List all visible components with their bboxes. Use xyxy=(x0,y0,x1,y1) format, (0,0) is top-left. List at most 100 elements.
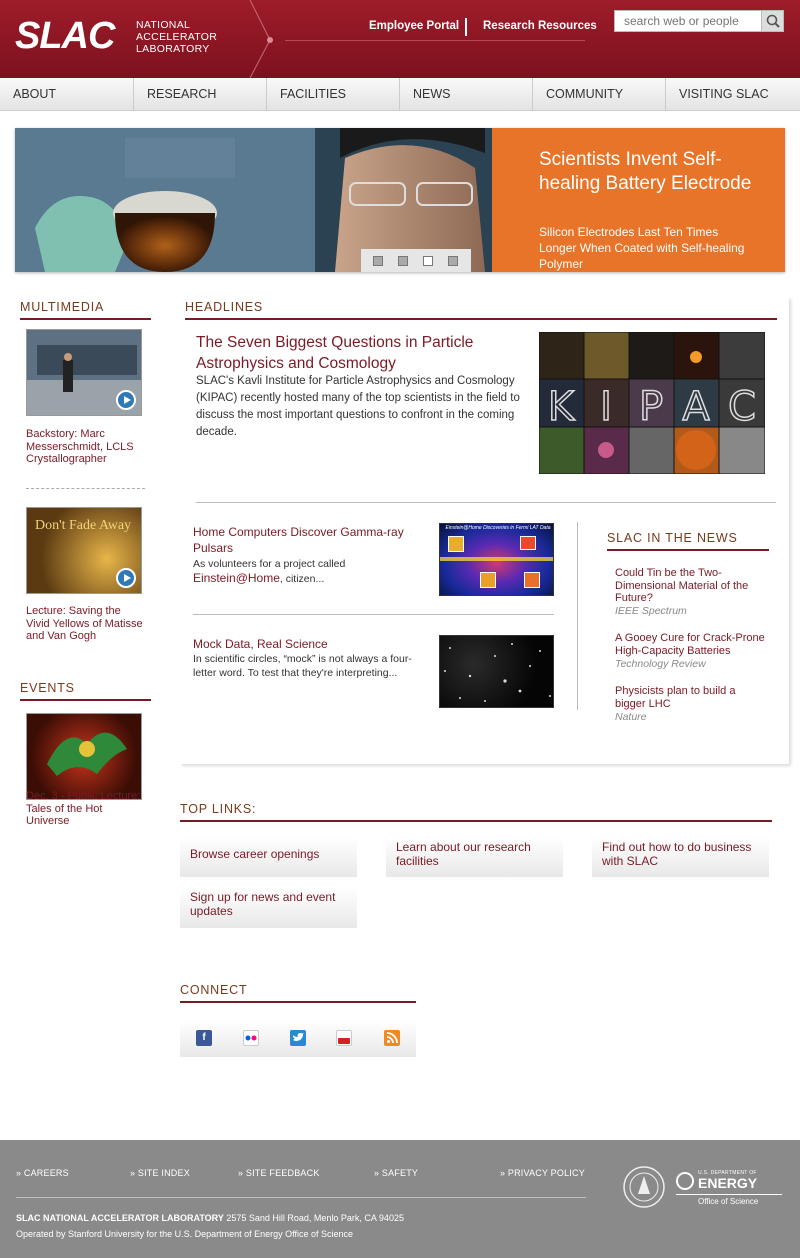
header-link-divider xyxy=(465,18,467,36)
flickr-icon[interactable] xyxy=(243,1030,259,1046)
kipac-letter-p: P xyxy=(639,384,663,430)
doe-name: ENERGY xyxy=(698,1175,758,1191)
headline-main-title[interactable]: The Seven Biggest Questions in Particle … xyxy=(196,332,516,374)
news-item-3-source: Nature xyxy=(615,711,647,723)
news-column-divider xyxy=(577,522,578,710)
doe-sub: Office of Science xyxy=(698,1197,759,1206)
kipac-letter-i: I xyxy=(600,384,612,430)
hero-subtitle: Silicon Electrodes Last Ten Times Longer… xyxy=(539,225,745,271)
headline-item-1-body: As volunteers for a project called Einst… xyxy=(193,558,346,585)
top-link-signup[interactable]: Sign up for news and event updates xyxy=(180,887,357,928)
headline-item-2-body: In scientific circles, “mock” is not alw… xyxy=(193,653,412,679)
events-heading: EVENTS xyxy=(20,681,151,701)
footer-org: SLAC NATIONAL ACCELERATOR LABORATORY xyxy=(16,1213,224,1223)
footer-address: SLAC NATIONAL ACCELERATOR LABORATORY 257… xyxy=(16,1210,404,1242)
events-caption-1[interactable]: Dec. 3 - Public Lecture: Tales of the Ho… xyxy=(26,790,146,828)
multimedia-thumb-2[interactable]: Don't Fade Away xyxy=(26,507,142,594)
kipac-letter-k: K xyxy=(548,384,576,430)
nav-facilities[interactable]: FACILITIES xyxy=(266,78,399,111)
rss-waves xyxy=(386,1032,398,1044)
youtube-mark xyxy=(337,1032,351,1044)
twitter-icon[interactable] xyxy=(290,1030,306,1046)
site-header: SLAC NATIONAL ACCELERATOR LABORATORY Emp… xyxy=(0,0,800,78)
multimedia-divider xyxy=(26,488,145,489)
twitter-bird xyxy=(293,1032,304,1041)
multimedia-thumb-1[interactable] xyxy=(26,329,142,416)
carousel-dot-3[interactable] xyxy=(423,256,433,266)
facebook-icon[interactable]: f xyxy=(196,1030,212,1046)
footer-link-site-index[interactable]: » SITE INDEX xyxy=(130,1168,190,1178)
search-input[interactable] xyxy=(615,11,761,31)
multimedia-heading: MULTIMEDIA xyxy=(20,300,151,320)
events-thumb-1[interactable] xyxy=(26,713,142,800)
play-icon[interactable] xyxy=(116,390,136,410)
doe-rule xyxy=(676,1194,782,1195)
kipac-letter-c: C xyxy=(728,384,756,430)
footer-street: 2575 Sand Hill Road, Menlo Park, CA 9402… xyxy=(223,1213,404,1223)
einstein-home-link[interactable]: Einstein@Home xyxy=(193,571,280,585)
headlines-divider xyxy=(196,502,776,503)
carousel-dot-1[interactable] xyxy=(373,256,383,266)
in-the-news-heading: SLAC IN THE NEWS xyxy=(607,531,769,551)
main-nav: ABOUT RESEARCH FACILITIES NEWS COMMUNITY… xyxy=(0,78,800,111)
kipac-collage[interactable]: K I P A C xyxy=(539,332,765,474)
pulsar-inset xyxy=(520,536,536,550)
news-item-1-title[interactable]: Could Tin be the Two-Dimensional Materia… xyxy=(615,567,770,605)
social-links: f xyxy=(180,1021,416,1057)
top-link-business[interactable]: Find out how to do business with SLAC xyxy=(592,837,769,877)
stanford-seal-icon xyxy=(623,1166,665,1208)
top-link-careers[interactable]: Browse career openings xyxy=(180,837,357,877)
multimedia-caption-2[interactable]: Lecture: Saving the Vivid Yellows of Mat… xyxy=(26,605,146,643)
nav-news[interactable]: NEWS xyxy=(399,78,532,111)
nav-research[interactable]: RESEARCH xyxy=(133,78,266,111)
site-footer: » CAREERS » SITE INDEX » SITE FEEDBACK »… xyxy=(0,1140,800,1258)
carousel-dot-2[interactable] xyxy=(398,256,408,266)
pulsar-inset xyxy=(448,536,464,552)
carousel-pager xyxy=(361,249,471,272)
hero-title[interactable]: Scientists Invent Self-healing Battery E… xyxy=(539,148,769,196)
kipac-letter-a: A xyxy=(682,384,710,430)
employee-portal-link[interactable]: Employee Portal xyxy=(369,20,459,32)
slac-logo[interactable]: SLAC xyxy=(15,14,115,58)
nav-about[interactable]: ABOUT xyxy=(0,78,133,111)
rss-icon[interactable] xyxy=(384,1030,400,1046)
news-item-3-title[interactable]: Physicists plan to build a bigger LHC xyxy=(615,685,755,710)
pulsar-inset xyxy=(524,572,540,588)
headline-item-1-title[interactable]: Home Computers Discover Gamma-ray Pulsar… xyxy=(193,524,418,556)
research-resources-link[interactable]: Research Resources xyxy=(483,20,597,32)
top-link-research-facilities[interactable]: Learn about our research facilities xyxy=(386,837,563,877)
footer-link-safety[interactable]: » SAFETY xyxy=(374,1168,418,1178)
hero-text-panel: Scientists Invent Self-healing Battery E… xyxy=(492,128,785,272)
news-item-2-source: Technology Review xyxy=(615,658,706,670)
headline-main-body: SLAC's Kavli Institute for Particle Astr… xyxy=(196,375,520,438)
flickr-dots xyxy=(245,1035,257,1041)
multimedia-caption-1[interactable]: Backstory: Marc Messerschmidt, LCLS Crys… xyxy=(26,428,146,466)
search-box xyxy=(614,10,784,32)
carousel-dot-4[interactable] xyxy=(448,256,458,266)
galactic-plane xyxy=(440,557,553,561)
news-item-2-title[interactable]: A Gooey Cure for Crack-Prone High-Capaci… xyxy=(615,632,775,657)
doe-seal-icon xyxy=(676,1172,694,1190)
footer-rule xyxy=(16,1197,586,1198)
sky-map-caption: Einstein@Home Discoveries in Fermi LAT D… xyxy=(445,525,551,531)
connect-heading: CONNECT xyxy=(180,983,416,1003)
headline-item-2-title[interactable]: Mock Data, Real Science xyxy=(193,636,418,652)
search-icon xyxy=(766,14,780,28)
top-links-heading: TOP LINKS: xyxy=(180,802,772,822)
header-rule xyxy=(285,40,585,41)
nav-community[interactable]: COMMUNITY xyxy=(532,78,665,111)
footer-operated: Operated by Stanford University for the … xyxy=(16,1229,353,1239)
nav-visiting-slac[interactable]: VISITING SLAC xyxy=(665,78,800,111)
footer-link-site-feedback[interactable]: » SITE FEEDBACK xyxy=(238,1168,320,1178)
search-button[interactable] xyxy=(761,11,783,31)
gamma-ray-sky-map[interactable]: Einstein@Home Discoveries in Fermi LAT D… xyxy=(439,523,554,596)
youtube-icon[interactable] xyxy=(336,1030,352,1046)
play-icon[interactable] xyxy=(116,568,136,588)
news-item-1-source: IEEE Spectrum xyxy=(615,605,687,617)
footer-link-privacy-policy[interactable]: » PRIVACY POLICY xyxy=(500,1168,585,1178)
galaxy-field xyxy=(444,643,551,702)
mock-data-galaxies[interactable] xyxy=(439,635,554,708)
hero-carousel: Scientists Invent Self-healing Battery E… xyxy=(15,128,785,272)
footer-link-careers[interactable]: » CAREERS xyxy=(16,1168,69,1178)
dragon-image xyxy=(47,732,127,776)
